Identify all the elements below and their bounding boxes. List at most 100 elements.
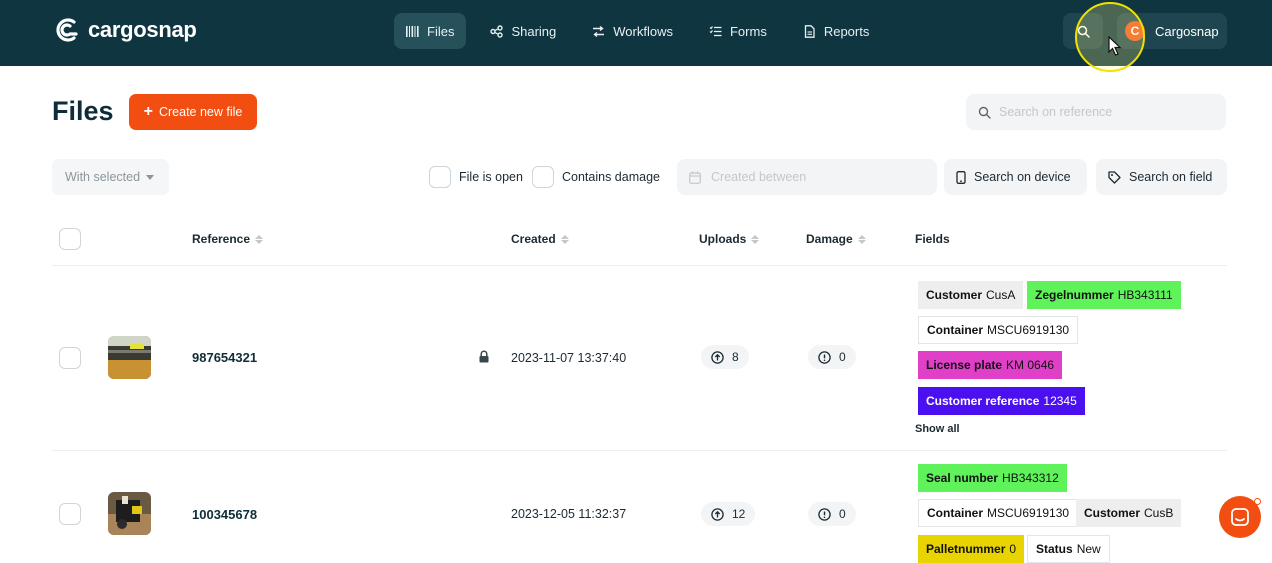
field-key: Container [927,506,984,520]
nav-item-forms[interactable]: Forms [697,13,779,49]
upload-icon [711,507,724,521]
sort-icon [255,234,264,244]
field-tag: Seal number HB343312 [918,464,1067,492]
cargosnap-logo[interactable]: cargosnap [52,16,197,44]
field-value: MSCU6919130 [987,323,1070,337]
field-tag: Customer reference 12345 [918,387,1085,415]
nav-item-workflows[interactable]: Workflows [580,13,685,49]
column-label-reference: Reference [192,232,251,246]
field-key: License plate [926,358,1003,372]
row-checkbox[interactable] [59,503,81,525]
caret-down-icon [146,174,155,180]
search-on-device-button[interactable]: Search on device [944,159,1087,195]
nav-item-sharing[interactable]: Sharing [478,13,568,49]
nav-item-reports[interactable]: Reports [791,13,882,49]
field-tag: Container MSCU6919130 [918,499,1079,527]
reference-search-input[interactable] [999,105,1209,119]
table-divider [52,450,1227,451]
upload-icon [711,350,724,364]
main-nav: Files Sharing Workflows Forms Reports [394,13,893,49]
create-new-file-button[interactable]: + Create new file [129,94,257,130]
created-between-input[interactable]: Created between [677,159,937,195]
with-selected-dropdown[interactable]: With selected [52,159,169,195]
field-value: CusA [986,288,1016,302]
column-label-uploads: Uploads [699,232,747,246]
search-on-device-label: Search on device [974,170,1071,184]
uploads-value: 8 [732,350,739,364]
share-icon [490,24,504,38]
with-selected-label: With selected [65,170,141,184]
nav-label-forms: Forms [729,23,767,39]
row-checkbox[interactable] [59,347,81,369]
field-key: Customer [926,288,983,302]
column-header-created[interactable]: Created [511,232,569,246]
lock-icon [479,350,489,363]
page-title: Files [52,96,114,126]
column-header-fields: Fields [915,232,950,246]
file-reference[interactable]: 100345678 [192,507,257,522]
workflow-icon [593,25,605,37]
tag-icon [1108,170,1121,184]
sort-icon [560,234,569,244]
created-between-placeholder: Created between [711,170,807,184]
field-key: Palletnummer [926,542,1006,556]
uploads-value: 12 [732,507,746,521]
column-label-created: Created [511,232,556,246]
column-label-fields: Fields [915,232,950,246]
nav-label-workflows: Workflows [613,23,673,39]
field-value: CusB [1144,506,1174,520]
contains-damage-checkbox[interactable] [532,166,554,188]
field-key: Container [927,323,984,337]
column-header-damage[interactable]: Damage [806,232,866,246]
nav-label-sharing: Sharing [511,23,557,39]
column-header-uploads[interactable]: Uploads [699,232,760,246]
thumbnail-image-icon [108,492,151,535]
column-header-reference[interactable]: Reference [192,232,264,246]
calendar-icon [689,171,701,184]
select-all-checkbox[interactable] [59,228,81,250]
alert-icon [818,350,831,364]
contains-damage-label: Contains damage [562,170,660,184]
field-tag: Customer CusA [918,281,1024,309]
column-label-damage: Damage [806,232,853,246]
field-value: 0 [1009,542,1017,556]
barcode-icon [406,25,419,37]
damage-value: 0 [839,350,846,364]
field-key: Zegelnummer [1035,288,1114,302]
plus-icon: + [143,103,153,120]
cargosnap-logo-icon [56,18,78,42]
field-value: MSCU6919130 [987,506,1070,520]
reference-search [966,94,1226,130]
field-tag: Status New [1027,535,1110,563]
document-icon [804,24,815,38]
field-tag: Palletnummer 0 [918,535,1025,563]
notification-dot [1254,498,1261,505]
field-tag: Container MSCU6919130 [918,316,1079,344]
uploads-count: 8 [701,345,749,369]
field-key: Status [1036,542,1073,556]
table-divider [52,265,1227,266]
mobile-device-icon [956,170,966,184]
file-is-open-filter[interactable]: File is open [429,166,523,188]
file-reference[interactable]: 987654321 [192,350,257,365]
damage-count: 0 [808,502,856,526]
field-key: Seal number [926,471,999,485]
show-all-fields-link[interactable]: Show all [915,423,960,435]
search-on-field-button[interactable]: Search on field [1096,159,1227,195]
file-is-open-checkbox[interactable] [429,166,451,188]
created-date: 2023-12-05 11:32:37 [511,507,627,521]
damage-count: 0 [808,345,856,369]
contains-damage-filter[interactable]: Contains damage [532,166,660,188]
logo-text: cargosnap [88,17,197,42]
nav-item-files[interactable]: Files [394,13,467,49]
search-on-field-label: Search on field [1129,170,1213,184]
file-is-open-label: File is open [459,170,523,184]
field-tag: License plate KM 0646 [918,351,1063,379]
alert-icon [818,507,831,521]
field-tag: Zegelnummer HB343111 [1027,281,1181,309]
sort-icon [857,234,866,244]
file-thumbnail[interactable] [108,492,151,535]
field-tag: Customer CusB [1076,499,1182,527]
file-thumbnail[interactable] [108,336,151,379]
search-icon [978,106,991,119]
